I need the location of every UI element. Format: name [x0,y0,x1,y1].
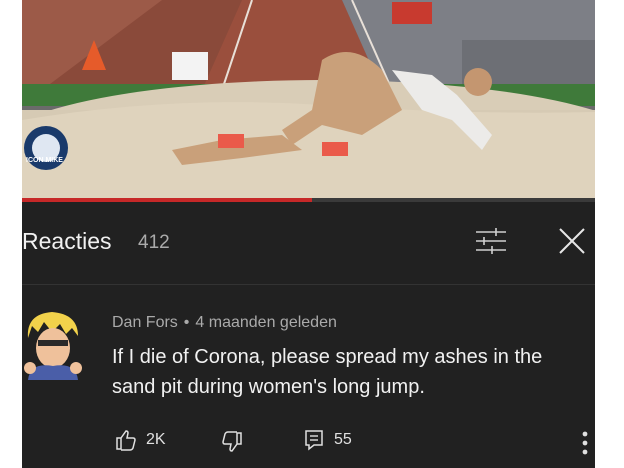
reply-button[interactable]: 55 [302,428,352,452]
close-icon[interactable] [557,226,587,256]
dislike-button[interactable] [220,430,244,454]
comment-count: 412 [138,232,170,253]
video-frame-image [22,0,595,200]
comment-text: If I die of Corona, please spread my ash… [112,346,543,398]
thumbs-up-icon [114,428,138,452]
comment-meta: Dan Fors • 4 maanden geleden [112,314,337,332]
reply-count: 55 [334,431,352,448]
comment-author[interactable]: Dan Fors [112,314,178,331]
like-count: 2K [146,431,166,448]
filter-icon[interactable] [474,226,508,256]
avatar[interactable] [22,308,84,380]
header-divider [22,284,595,285]
comment-time: 4 maanden geleden [195,314,337,331]
video-player[interactable]: ICON MIKE [22,0,595,200]
watermark-text: ICON MIKE [26,157,63,164]
comments-panel: ICON MIKE Reacties 412 Dan Fors • 4 maan… [22,0,595,468]
thumbs-down-icon [220,430,244,454]
reply-icon [302,428,326,452]
meta-separator: • [183,314,190,331]
comment-actions: 2K 55 [114,428,584,456]
more-vert-icon[interactable] [580,430,590,456]
like-button[interactable]: 2K [114,428,166,452]
panel-title: Reacties [22,228,112,254]
